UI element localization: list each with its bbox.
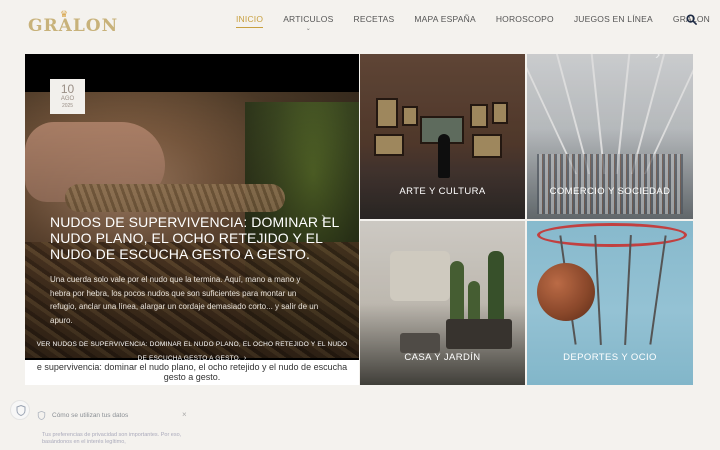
chevron-down-icon: ⌄ (305, 26, 311, 32)
title-ticker: e supervivencia: dominar el nudo plano, … (25, 360, 359, 385)
site-logo[interactable]: ♛ GRALON (28, 10, 117, 37)
date-day: 10 (60, 82, 75, 96)
category-label: ARTE Y CULTURA (399, 186, 486, 197)
search-icon[interactable] (686, 14, 697, 25)
nav-item-recetas[interactable]: RECETAS (353, 14, 394, 28)
nav-item-articulos[interactable]: ARTICULOS ⌄ (283, 14, 334, 32)
category-label: COMERCIO Y SOCIEDAD (549, 186, 671, 197)
nav-item-juegos[interactable]: JUEGOS EN LÍNEA (574, 14, 653, 28)
nav-item-label: ARTICULOS (283, 14, 334, 24)
privacy-shield-button[interactable] (10, 400, 30, 420)
chevron-left-icon[interactable]: ‹ (390, 221, 395, 227)
chevron-right-icon[interactable]: › (655, 54, 660, 64)
featured-article[interactable]: 10 AGO 2025 NUDOS DE SUPERVIVENCIA: DOMI… (25, 54, 359, 385)
category-tile-comercio[interactable]: COMERCIO Y SOCIEDAD › (527, 54, 693, 219)
category-tile-casa[interactable]: ‹ CASA Y JARDÍN (360, 221, 525, 385)
consent-notice: Cómo se utilizan tus datos × Tus prefere… (37, 410, 198, 450)
shield-icon (16, 405, 26, 416)
date-badge: 10 AGO 2025 (50, 79, 85, 114)
logo-text: GRALON (28, 16, 119, 36)
nav-item-horoscopo[interactable]: HOROSCOPO (496, 14, 554, 28)
category-tile-deportes[interactable]: DEPORTES Y OCIO (527, 221, 693, 385)
date-year: 2025 (61, 103, 74, 109)
nav-item-inicio[interactable]: INICIO (236, 14, 264, 28)
main-nav: INICIO ARTICULOS ⌄ RECETAS MAPA ESPAÑA H… (236, 14, 720, 32)
consent-text: Tus preferencias de privacidad son impor… (42, 432, 182, 445)
close-icon[interactable]: × (182, 410, 187, 419)
featured-excerpt: Una cuerda solo vale por el nudo que la … (50, 275, 319, 325)
site-header: ♛ GRALON INICIO ARTICULOS ⌄ RECETAS MAPA… (0, 0, 720, 44)
consent-title: Cómo se utilizan tus datos (52, 412, 129, 419)
nav-item-mapa[interactable]: MAPA ESPAÑA (414, 14, 475, 28)
date-month: AGO (60, 96, 75, 102)
category-tile-arte[interactable]: ARTE Y CULTURA (360, 54, 525, 219)
featured-title[interactable]: NUDOS DE SUPERVIVENCIA: DOMINAR EL NUDO … (50, 214, 340, 262)
chevron-right-icon[interactable]: › (321, 209, 326, 227)
category-label: DEPORTES Y OCIO (563, 352, 657, 363)
category-label: CASA Y JARDÍN (404, 352, 481, 363)
shield-icon (37, 411, 46, 420)
read-more-label: VER NUDOS DE SUPERVIVENCIA: DOMINAR EL N… (36, 341, 348, 362)
